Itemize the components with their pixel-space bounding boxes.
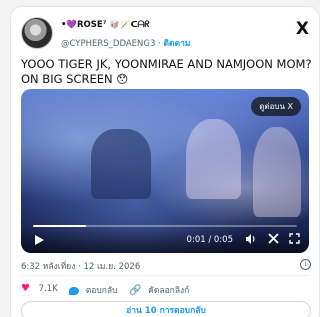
author-name[interactable]: •💜ROSE⁷ 🥡🪄ᑕᗩᖇ <box>61 20 150 30</box>
video-figure <box>186 119 241 199</box>
tweet-card: •💜ROSE⁷ 🥡🪄ᑕᗩᖇ @CYPHERS_DDAENG3 · ติดตาม … <box>10 6 320 317</box>
video-controls: 0:01 / 0:05 <box>21 227 309 253</box>
divider <box>21 275 309 276</box>
copy-link-button[interactable]: 🔗 คัดลอกลิงก์ <box>129 283 189 297</box>
play-icon[interactable] <box>35 235 44 245</box>
like-button[interactable]: ♥ 7.1K <box>21 283 58 294</box>
tweet-meta: 6:32 หลังเที่ยง · 12 เม.ย. 2026 i <box>21 259 313 273</box>
timestamp[interactable]: 6:32 หลังเที่ยง · 12 เม.ย. 2026 <box>21 262 140 272</box>
x-logo-icon[interactable]: X <box>296 19 309 39</box>
x-icon[interactable] <box>268 233 279 248</box>
author-handle-row: @CYPHERS_DDAENG3 · ติดตาม <box>61 36 190 50</box>
author-handle[interactable]: @CYPHERS_DDAENG3 <box>61 39 155 49</box>
volume-icon[interactable] <box>245 233 257 249</box>
video-player[interactable]: ดูต่อบน X 0:01 / 0:05 <box>21 89 309 253</box>
info-icon[interactable]: i <box>300 259 311 270</box>
read-replies-button[interactable]: อ่าน 10 การตอบกลับ <box>21 301 311 317</box>
watch-on-x-pill[interactable]: ดูต่อบน X <box>251 97 301 116</box>
heart-icon: ♥ <box>21 283 30 294</box>
link-icon: 🔗 <box>129 285 142 296</box>
reply-button[interactable]: ตอบกลับ <box>69 283 117 297</box>
follow-button[interactable]: ติดตาม <box>164 39 191 49</box>
video-time: 0:01 / 0:05 <box>186 235 233 245</box>
fullscreen-icon[interactable] <box>289 233 300 248</box>
tweet-text: YOOO TIGER JK, YOONMIRAE AND NAMJOON MOM… <box>21 57 312 86</box>
video-figure <box>91 129 151 199</box>
copy-link-label: คัดลอกลิงก์ <box>148 286 190 296</box>
tweet-header: •💜ROSE⁷ 🥡🪄ᑕᗩᖇ @CYPHERS_DDAENG3 · ติดตาม … <box>21 17 311 53</box>
reply-icon <box>69 286 79 295</box>
separator: · <box>158 39 161 49</box>
avatar[interactable] <box>21 17 53 49</box>
reply-label: ตอบกลับ <box>85 286 118 296</box>
video-figure <box>253 127 301 217</box>
like-count: 7.1K <box>38 284 58 294</box>
